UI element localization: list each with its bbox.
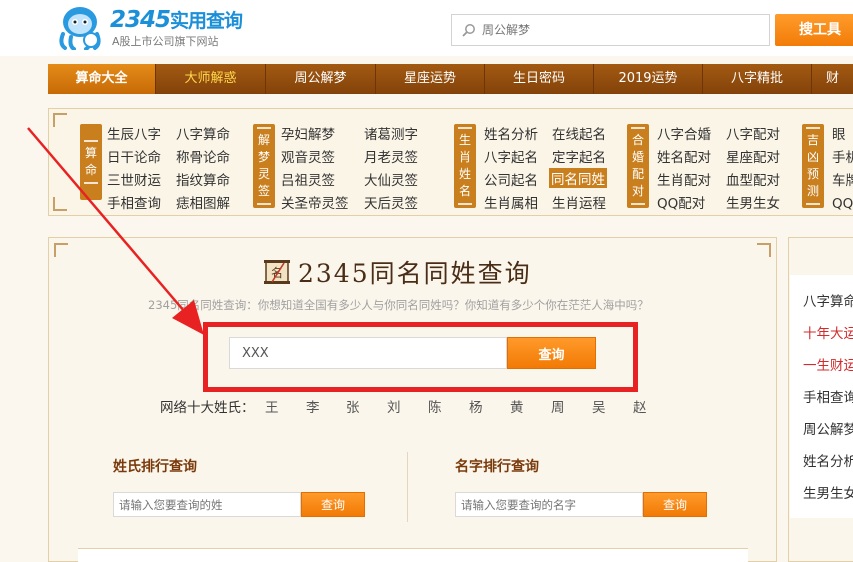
- category-label-jiemeng-lingqian: 解梦灵签: [253, 124, 275, 208]
- category-link[interactable]: 手机: [832, 146, 853, 166]
- category-link[interactable]: 车牌: [832, 169, 853, 189]
- annotation-highlight-box: [203, 322, 638, 392]
- category-link[interactable]: 诸葛测字: [364, 123, 418, 143]
- side-link[interactable]: 一生财运: [803, 354, 853, 374]
- category-link[interactable]: 日干论命: [107, 146, 161, 166]
- top-surnames-label: 网络十大姓氏：: [160, 400, 255, 416]
- nav-2019-yunshi[interactable]: 2019运势: [594, 64, 703, 94]
- scroll-icon: 名: [264, 260, 290, 284]
- surname-link[interactable]: 黄: [510, 396, 524, 416]
- category-link[interactable]: 月老灵签: [364, 146, 418, 166]
- top-search-box: [451, 14, 770, 46]
- side-link[interactable]: 十年大运: [803, 322, 853, 342]
- category-link[interactable]: 吕祖灵签: [281, 169, 335, 189]
- logo-slogan: A股上市公司旗下网站: [112, 35, 219, 48]
- category-link[interactable]: 称骨论命: [176, 146, 230, 166]
- search-tools-button[interactable]: 搜工具: [775, 14, 853, 46]
- category-link[interactable]: 指纹算命: [176, 169, 230, 189]
- main-nav: 算命大全 大师解惑 周公解梦 星座运势 生日密码 2019运势 八字精批 财: [48, 64, 853, 94]
- site-header: 2345实用查询 A股上市公司旗下网站 搜工具: [0, 0, 853, 56]
- category-link[interactable]: 星座配对: [726, 146, 780, 166]
- category-link[interactable]: 八字起名: [484, 146, 538, 166]
- corner-ornament: [54, 243, 68, 257]
- surname-link[interactable]: 陈: [428, 396, 442, 416]
- name-rank-query-button[interactable]: 查询: [643, 492, 707, 517]
- site-logo[interactable]: 2345实用查询: [110, 6, 243, 33]
- name-rank-title: 名字排行查询: [455, 459, 539, 475]
- page-title-wrap: 名 2345同名同姓查询: [262, 255, 532, 289]
- octopus-mascot-icon: [59, 7, 101, 50]
- nav-cai[interactable]: 财: [812, 64, 853, 94]
- category-link[interactable]: 观音灵签: [281, 146, 335, 166]
- category-link[interactable]: 八字算命: [176, 123, 230, 143]
- category-link[interactable]: 生男生女: [726, 192, 780, 212]
- surname-link[interactable]: 张: [346, 396, 360, 416]
- category-link[interactable]: QQ配对: [657, 192, 705, 212]
- side-link[interactable]: 生男生女: [803, 482, 853, 502]
- category-link[interactable]: 手相查询: [107, 192, 161, 212]
- surname-link[interactable]: 吴: [592, 396, 606, 416]
- search-icon: [462, 24, 475, 37]
- category-link[interactable]: 八字配对: [726, 123, 780, 143]
- surname-link[interactable]: 王: [265, 396, 279, 416]
- surname-rank-query-button[interactable]: 查询: [301, 492, 365, 517]
- category-link[interactable]: 眼: [832, 123, 853, 143]
- side-link[interactable]: 姓名分析: [803, 450, 853, 470]
- corner-ornament: [757, 243, 771, 257]
- name-rank-input[interactable]: [455, 492, 643, 517]
- category-link[interactable]: 姓名配对: [657, 146, 711, 166]
- category-link[interactable]: 孕妇解梦: [281, 123, 335, 143]
- corner-ornament: [53, 113, 67, 127]
- surname-rank-input[interactable]: [113, 492, 301, 517]
- surname-link[interactable]: 杨: [469, 396, 483, 416]
- category-label-suanming: 算命: [80, 124, 102, 200]
- category-label-shengxiao-xingming: 生肖姓名: [454, 124, 476, 208]
- surname-link[interactable]: 赵: [633, 396, 647, 416]
- category-link[interactable]: 在线起名: [552, 123, 606, 143]
- nav-suanming-daquan[interactable]: 算命大全: [48, 64, 156, 94]
- bottom-content-strip: [78, 548, 748, 562]
- page-description: 2345同名同姓查询：你想知道全国有多少人与你同名同姓吗？你知道有多少个你在茫茫…: [148, 298, 649, 312]
- category-link[interactable]: 天后灵签: [364, 192, 418, 212]
- side-link[interactable]: 周公解梦: [803, 418, 853, 438]
- category-link[interactable]: 血型配对: [726, 169, 780, 189]
- surname-rank-title: 姓氏排行查询: [113, 459, 197, 475]
- page-title: 2345同名同姓查询: [298, 259, 532, 288]
- surname-link[interactable]: 李: [306, 396, 320, 416]
- category-link[interactable]: 三世财运: [107, 169, 161, 189]
- nav-shengri-mima[interactable]: 生日密码: [485, 64, 594, 94]
- logo-number: 2345: [110, 7, 171, 33]
- category-link[interactable]: 生辰八字: [107, 123, 161, 143]
- logo-cn: 实用查询: [170, 10, 243, 32]
- corner-ornament: [53, 197, 67, 211]
- category-link[interactable]: 生肖配对: [657, 169, 711, 189]
- surname-link[interactable]: 刘: [387, 396, 401, 416]
- top-search-input[interactable]: [482, 23, 762, 37]
- nav-xingzuo-yunshi[interactable]: 星座运势: [376, 64, 485, 94]
- category-link[interactable]: 生肖属相: [484, 192, 538, 212]
- nav-zhougong-jiemeng[interactable]: 周公解梦: [266, 64, 376, 94]
- category-link-selected[interactable]: 同名同姓: [549, 168, 607, 188]
- side-link[interactable]: 八字算命: [803, 290, 853, 310]
- section-divider: [407, 452, 408, 522]
- surname-link[interactable]: 周: [551, 396, 565, 416]
- side-link[interactable]: 手相查询: [803, 386, 853, 406]
- category-label-hehun-peidui: 合婚配对: [627, 124, 649, 208]
- category-link[interactable]: QQ号: [832, 192, 853, 212]
- category-link[interactable]: 公司起名: [484, 169, 538, 189]
- category-link[interactable]: 八字合婚: [657, 123, 711, 143]
- category-link[interactable]: 大仙灵签: [364, 169, 418, 189]
- category-link[interactable]: 关圣帝灵签: [281, 192, 349, 212]
- nav-dashi-jiehuo[interactable]: 大师解惑: [156, 64, 266, 94]
- nav-bazi-jingpi[interactable]: 八字精批: [703, 64, 812, 94]
- category-link[interactable]: 定字起名: [552, 146, 606, 166]
- category-link[interactable]: 姓名分析: [484, 123, 538, 143]
- category-link[interactable]: 痣相图解: [176, 192, 230, 212]
- category-label-jixiong-yuce: 吉凶预测: [802, 124, 824, 208]
- category-link[interactable]: 生肖运程: [552, 192, 606, 212]
